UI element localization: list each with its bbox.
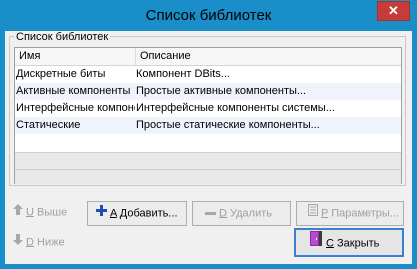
close-icon: ✕ <box>388 3 399 18</box>
plus-icon <box>96 202 107 225</box>
window-title: Список библиотек <box>145 7 272 24</box>
cell-name: Активные компоненты <box>16 85 131 97</box>
exit-door-icon <box>309 230 323 257</box>
move-up-button[interactable]: U Выше <box>13 201 83 226</box>
parameters-button[interactable]: P Параметры... <box>296 201 404 226</box>
properties-icon <box>308 202 318 225</box>
cell-description: Компонент DBits... <box>136 68 230 80</box>
cell-name: Интерфейсные компоненты <box>16 102 135 114</box>
cell-name: Статические <box>16 119 81 131</box>
column-header-description[interactable]: Описание <box>136 48 401 65</box>
minus-icon <box>205 202 216 225</box>
library-table[interactable]: Имя Описание Дискретные биты Компонент D… <box>14 47 402 184</box>
cell-description: Простые статические компоненты... <box>136 119 320 131</box>
cell-description: Интерфейсные компоненты системы... <box>136 102 335 114</box>
arrow-down-icon <box>13 231 23 254</box>
table-header: Имя Описание <box>15 48 401 66</box>
dialog-client-area: Список библиотек Имя Описание Дискретные… <box>5 31 412 264</box>
cell-description: Простые активные компоненты... <box>136 85 307 97</box>
close-button[interactable]: C Закрыть <box>294 228 404 257</box>
title-bar[interactable]: Список библиотек ✕ <box>0 0 417 31</box>
table-row[interactable]: Интерфейсные компоненты Интерфейсные ком… <box>15 100 401 117</box>
move-down-button[interactable]: D Ниже <box>13 231 83 256</box>
table-row[interactable]: Дискретные биты Компонент DBits... <box>15 66 401 83</box>
table-row[interactable]: Статические Простые статические компонен… <box>15 117 401 134</box>
group-label: Список библиотек <box>14 31 111 43</box>
status-panel <box>15 169 401 184</box>
column-header-name[interactable]: Имя <box>15 48 136 65</box>
library-list-group: Список библиотек Имя Описание Дискретные… <box>9 31 406 186</box>
table-row[interactable]: Активные компоненты Простые активные ком… <box>15 83 401 100</box>
window-close-button[interactable]: ✕ <box>377 1 410 21</box>
add-button[interactable]: A Добавить... <box>87 201 187 226</box>
table-footer-panel <box>15 152 401 169</box>
delete-button[interactable]: D Удалить <box>192 201 291 226</box>
arrow-up-icon <box>13 201 23 224</box>
library-list-window: Список библиотек ✕ Список библиотек Имя … <box>0 0 417 269</box>
cell-name: Дискретные биты <box>16 68 106 80</box>
